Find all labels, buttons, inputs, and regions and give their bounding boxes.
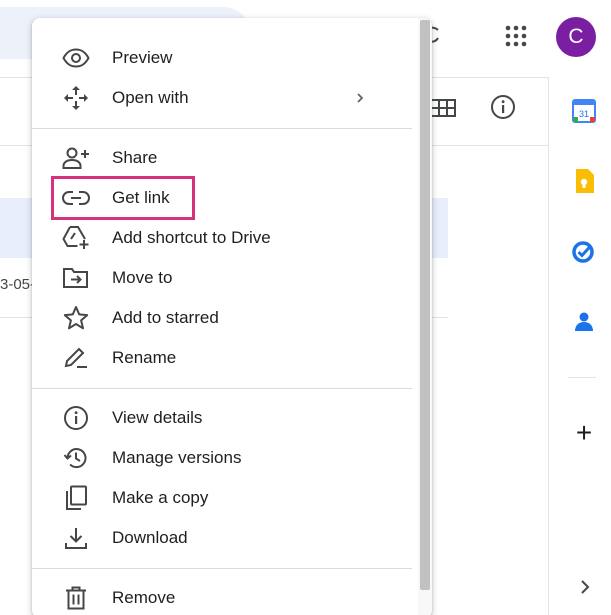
menu-item-label: Share [112,148,158,167]
menu-item-label: Add to starred [112,308,219,327]
eye-icon [62,46,90,70]
menu-item-download[interactable]: Download [32,518,416,558]
menu-item-make-a-copy[interactable]: Make a copy [32,478,416,518]
menu-item-label: Rename [112,348,177,367]
menu-item-preview[interactable]: Preview [32,38,416,78]
add-shortcut-icon [62,226,90,250]
trash-icon [62,586,90,610]
plus-icon[interactable]: + [571,419,597,447]
keep-icon[interactable] [571,168,597,194]
chevron-right-icon [350,86,370,110]
menu-item-label: View details [112,408,203,427]
contacts-icon[interactable] [571,308,597,334]
details-info-icon[interactable] [488,92,518,122]
side-panel [548,77,611,615]
move-to-folder-icon [62,266,90,290]
file-date-cell: 3-05- [0,276,36,293]
copy-icon [62,485,90,510]
tasks-icon[interactable] [571,238,597,264]
menu-separator [32,128,412,129]
download-icon [62,526,90,550]
menu-item-label: Preview [112,48,173,67]
menu-separator [32,388,412,389]
menu-item-manage-versions[interactable]: Manage versions [32,438,416,478]
menu-item-remove[interactable]: Remove [32,578,416,615]
menu-item-label: Manage versions [112,448,242,467]
person-add-icon [62,146,90,170]
menu-scrollbar-thumb[interactable] [420,20,430,590]
apps-grid-icon[interactable] [500,20,532,52]
menu-item-label: Open with [112,88,189,107]
menu-item-label: Move to [112,268,173,287]
pencil-icon [62,346,90,370]
chevron-right-icon[interactable] [575,575,595,599]
calendar-day-label: 31 [579,109,589,119]
menu-item-rename[interactable]: Rename [32,338,416,378]
calendar-icon[interactable]: 31 [571,98,597,124]
menu-item-move-to[interactable]: Move to [32,258,416,298]
menu-item-add-to-starred[interactable]: Add to starred [32,298,416,338]
open-with-icon [62,86,90,110]
menu-item-view-details[interactable]: View details [32,398,416,438]
account-avatar[interactable]: C [556,17,596,57]
info-icon [62,406,90,430]
menu-item-add-shortcut[interactable]: Add shortcut to Drive [32,218,416,258]
history-icon [62,446,90,470]
menu-separator [32,568,412,569]
grid-view-icon[interactable] [428,93,458,123]
menu-item-open-with[interactable]: Open with [32,78,416,118]
context-menu: Preview Open with Share Get link Add sho… [32,18,432,615]
menu-item-label: Remove [112,588,176,607]
avatar-letter: C [568,25,584,48]
menu-item-label: Make a copy [112,488,209,507]
menu-item-label: Download [112,528,188,547]
menu-item-label: Add shortcut to Drive [112,228,271,247]
star-icon [62,306,90,330]
get-link-highlight [51,176,195,220]
side-panel-divider [568,377,596,378]
menu-item-share[interactable]: Share [32,138,416,178]
